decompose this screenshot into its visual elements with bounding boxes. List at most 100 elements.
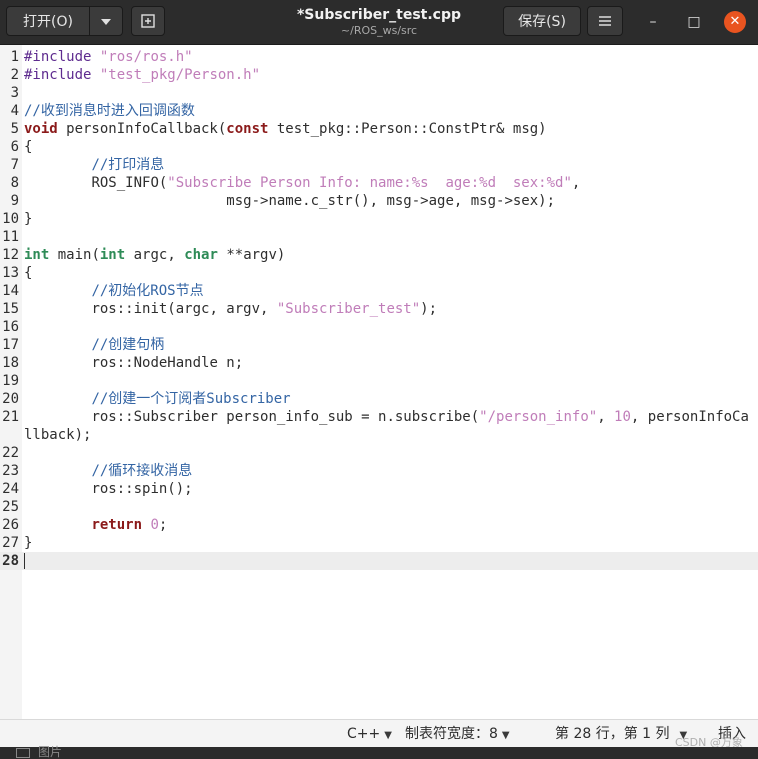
main-menu-button[interactable]	[587, 6, 623, 36]
code-line[interactable]: 22	[0, 444, 758, 462]
code-lines: 1 #include "ros/ros.h" 2 #include "test_pkg…	[0, 48, 758, 570]
line-text: #include "ros/ros.h"	[24, 49, 193, 65]
window-title: *Subscriber_test.cpp ~/ROS_ws/src	[260, 6, 498, 38]
code-line[interactable]: 23 //循环接收消息	[0, 462, 758, 480]
code-line[interactable]: 1 #include "ros/ros.h"	[0, 48, 758, 66]
document-path: ~/ROS_ws/src	[340, 24, 418, 37]
line-number: 12	[2, 247, 19, 263]
line-text: ros::NodeHandle n;	[24, 355, 244, 371]
line-text: return 0;	[91, 517, 168, 533]
save-button[interactable]: 保存(S)	[503, 6, 581, 36]
code-line[interactable]: 21 ros::Subscriber person_info_sub = n.s…	[0, 408, 758, 444]
text-cursor	[24, 553, 25, 569]
line-text: //创建句柄	[91, 337, 165, 353]
line-number: 3	[10, 85, 19, 101]
code-line[interactable]: 9 msg->name.c_str(), msg->age, msg->sex)…	[0, 192, 758, 210]
line-text: //循环接收消息	[91, 463, 193, 479]
code-line[interactable]: 10}	[0, 210, 758, 228]
code-line[interactable]: 15 ros::init(argc, argv, "Subscriber_tes…	[0, 300, 758, 318]
cursor-position-selector[interactable]: 第 28 行，第 1 列 ▼	[555, 720, 687, 750]
line-text: ros::spin();	[24, 481, 193, 497]
line-number: 28	[2, 553, 19, 569]
line-number: 14	[2, 283, 19, 299]
chevron-down-icon: ▼	[501, 730, 510, 741]
code-line[interactable]: 7 //打印消息	[0, 156, 758, 174]
line-text: //初始化ROS节点	[91, 283, 204, 299]
maximize-icon[interactable]: □	[683, 11, 705, 33]
code-line[interactable]: 20 //创建一个订阅者Subscriber	[0, 390, 758, 408]
line-number: 9	[10, 193, 19, 209]
line-number: 11	[2, 229, 19, 245]
taskbar-label[interactable]: 图片	[38, 745, 62, 759]
minimize-icon[interactable]: –	[642, 11, 664, 33]
line-text: }	[24, 535, 33, 551]
line-number: 22	[2, 445, 19, 461]
line-number: 24	[2, 481, 19, 497]
code-line[interactable]: 14 //初始化ROS节点	[0, 282, 758, 300]
line-text: int main(int argc, char **argv)	[24, 247, 286, 263]
line-number: 7	[10, 157, 19, 173]
line-number: 23	[2, 463, 19, 479]
code-line[interactable]: 27}	[0, 534, 758, 552]
code-line[interactable]: 11	[0, 228, 758, 246]
line-text: //收到消息时进入回调函数	[24, 103, 195, 119]
line-number: 27	[2, 535, 19, 551]
language-label: C++	[347, 726, 381, 742]
code-line[interactable]: 25	[0, 498, 758, 516]
code-line[interactable]: 18 ros::NodeHandle n;	[0, 354, 758, 372]
line-number: 2	[10, 67, 19, 83]
line-number: 21	[2, 409, 19, 425]
line-text: void personInfoCallback(const test_pkg::…	[24, 121, 547, 137]
line-number: 6	[10, 139, 19, 155]
new-tab-icon	[141, 14, 155, 28]
line-number: 13	[2, 265, 19, 281]
code-line[interactable]: 8 ROS_INFO("Subscribe Person Info: name:…	[0, 174, 758, 192]
text-editor[interactable]: 1 #include "ros/ros.h" 2 #include "test_pkg…	[0, 45, 758, 719]
hamburger-menu-icon	[599, 16, 611, 26]
code-line[interactable]: 13 {	[0, 264, 758, 282]
new-tab-button[interactable]	[131, 6, 165, 36]
line-text: {	[24, 265, 33, 281]
tab-width-selector[interactable]: 制表符宽度：8 ▼	[405, 720, 510, 750]
line-text: msg->name.c_str(), msg->age, msg->sex);	[24, 193, 556, 209]
line-text: #include "test_pkg/Person.h"	[24, 67, 261, 83]
tab-width-label: 制表符宽度：8	[405, 726, 498, 742]
close-icon[interactable]: ✕	[724, 11, 746, 33]
line-number: 20	[2, 391, 19, 407]
code-line[interactable]: 16	[0, 318, 758, 336]
header-bar: 打开(O) *Subscriber_test.cpp ~/ROS_ws/src …	[0, 0, 758, 45]
code-line[interactable]: 24 ros::spin();	[0, 480, 758, 498]
taskbar	[0, 747, 758, 758]
image-icon	[16, 748, 30, 758]
line-number: 8	[10, 175, 19, 191]
line-text: //打印消息	[91, 157, 165, 173]
line-number: 1	[10, 49, 19, 65]
line-number: 18	[2, 355, 19, 371]
open-button[interactable]: 打开(O)	[6, 6, 90, 36]
code-line[interactable]: 17 //创建句柄	[0, 336, 758, 354]
line-text: ros::Subscriber person_info_sub = n.subs…	[24, 409, 749, 443]
code-line[interactable]: 2 #include "test_pkg/Person.h"	[0, 66, 758, 84]
chevron-down-icon: ▼	[384, 730, 392, 741]
open-menu-button[interactable]	[89, 6, 123, 36]
code-line[interactable]: 6{	[0, 138, 758, 156]
code-line[interactable]: 28	[0, 552, 758, 570]
code-line[interactable]: 26 return 0;	[0, 516, 758, 534]
line-number: 25	[2, 499, 19, 515]
line-text: ROS_INFO("Subscribe Person Info: name:%s…	[24, 175, 581, 191]
code-line[interactable]: 5 void personInfoCallback(const test_pkg:…	[0, 120, 758, 138]
code-line[interactable]: 12 int main(int argc, char **argv)	[0, 246, 758, 264]
document-title: *Subscriber_test.cpp	[296, 7, 462, 23]
code-line[interactable]: 3	[0, 84, 758, 102]
line-number: 10	[2, 211, 19, 227]
language-selector[interactable]: C++ ▼	[347, 720, 392, 750]
line-number: 16	[2, 319, 19, 335]
code-line[interactable]: 19	[0, 372, 758, 390]
code-line[interactable]: 4 //收到消息时进入回调函数	[0, 102, 758, 120]
chevron-down-icon	[101, 19, 111, 25]
line-text: ros::init(argc, argv, "Subscriber_test")…	[24, 301, 438, 317]
line-number: 5	[10, 121, 19, 137]
line-text: //创建一个订阅者Subscriber	[91, 391, 291, 407]
line-number: 4	[10, 103, 19, 119]
line-number: 15	[2, 301, 19, 317]
